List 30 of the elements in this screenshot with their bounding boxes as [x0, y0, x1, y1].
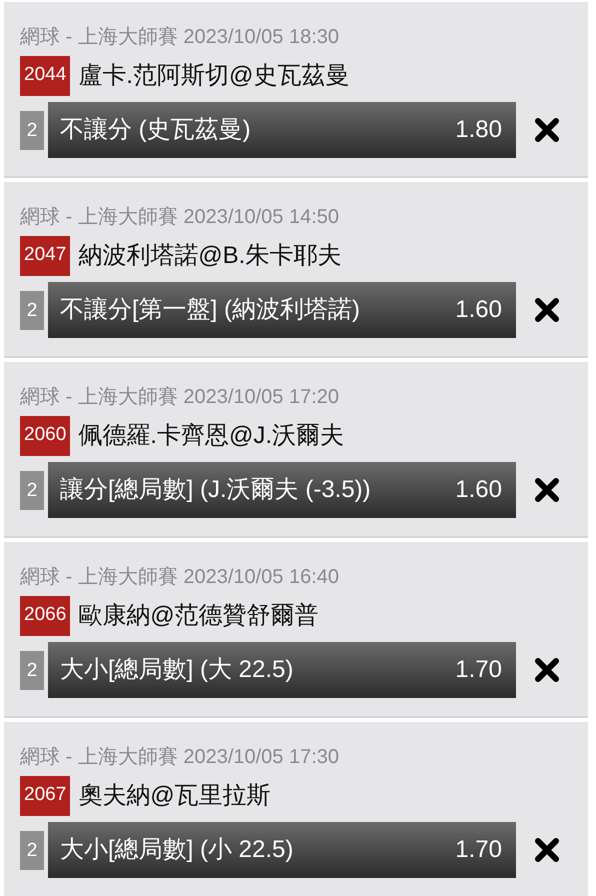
- match-code: 2047: [20, 236, 70, 276]
- match-name: 奧夫納@瓦里拉斯: [78, 781, 271, 811]
- count-label: 2: [20, 830, 44, 870]
- count-label: 2: [20, 290, 44, 330]
- event-info: 網球 - 上海大師賽 2023/10/05 18:30: [20, 25, 340, 50]
- event-info: 網球 - 上海大師賽 2023/10/05 16:40: [20, 565, 340, 590]
- selection-button[interactable]: 不讓分[第一盤] (納波利塔諾) 1.60: [48, 282, 516, 338]
- match-code: 2066: [20, 596, 70, 636]
- match-name: 佩德羅.卡齊恩@J.沃爾夫: [78, 421, 344, 451]
- event-info: 網球 - 上海大師賽 2023/10/05 17:20: [20, 385, 340, 410]
- event-info: 網球 - 上海大師賽 2023/10/05 14:50: [20, 205, 340, 230]
- selection-button[interactable]: 不讓分 (史瓦茲曼) 1.80: [48, 102, 516, 158]
- close-icon[interactable]: [534, 657, 560, 683]
- match-code: 2044: [20, 56, 70, 96]
- count-label: 2: [20, 470, 44, 510]
- selection-button[interactable]: 讓分[總局數] (J.沃爾夫 (-3.5)) 1.60: [48, 462, 516, 518]
- count-label: 2: [20, 650, 44, 690]
- match-name: 納波利塔諾@B.朱卡耶夫: [78, 241, 342, 271]
- close-icon[interactable]: [534, 117, 560, 143]
- match-name: 盧卡.范阿斯切@史瓦茲曼: [78, 61, 350, 91]
- close-icon[interactable]: [534, 297, 560, 323]
- close-icon[interactable]: [534, 837, 560, 863]
- selection-button[interactable]: 大小[總局數] (小 22.5) 1.70: [48, 822, 516, 878]
- match-code: 2067: [20, 776, 70, 816]
- selection-button[interactable]: 大小[總局數] (大 22.5) 1.70: [48, 642, 516, 698]
- close-icon[interactable]: [534, 477, 560, 503]
- count-label: 2: [20, 110, 44, 150]
- match-name: 歐康納@范德贊舒爾普: [78, 601, 319, 631]
- event-info: 網球 - 上海大師賽 2023/10/05 17:30: [20, 745, 340, 770]
- match-code: 2060: [20, 416, 70, 456]
